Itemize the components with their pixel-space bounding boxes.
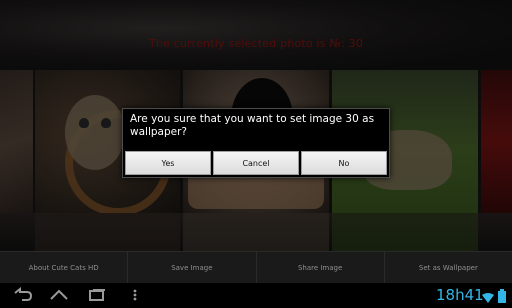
status-time: 18h41 xyxy=(436,286,484,304)
no-button[interactable]: No xyxy=(301,151,387,175)
wifi-icon xyxy=(481,289,495,303)
bottom-action-bar: About Cute Cats HD Save Image Share Imag… xyxy=(0,251,512,283)
cancel-button[interactable]: Cancel xyxy=(213,151,299,175)
dialog-button-row: Yes Cancel No xyxy=(125,151,387,175)
set-wallpaper-button[interactable]: Set as Wallpaper xyxy=(385,252,512,283)
about-button[interactable]: About Cute Cats HD xyxy=(0,252,129,283)
dialog-message: Are you sure that you want to set image … xyxy=(130,113,375,138)
recent-apps-icon[interactable] xyxy=(86,287,108,303)
confirm-wallpaper-dialog: Are you sure that you want to set image … xyxy=(122,108,390,178)
back-arrow-icon[interactable] xyxy=(12,286,34,303)
home-icon[interactable] xyxy=(48,287,70,303)
yes-button[interactable]: Yes xyxy=(125,151,211,175)
battery-icon xyxy=(498,288,506,303)
system-navigation-bar: 18h41 xyxy=(0,283,512,307)
share-image-button[interactable]: Share Image xyxy=(257,252,385,283)
overflow-menu-icon[interactable] xyxy=(124,287,146,303)
save-image-button[interactable]: Save Image xyxy=(128,252,257,283)
